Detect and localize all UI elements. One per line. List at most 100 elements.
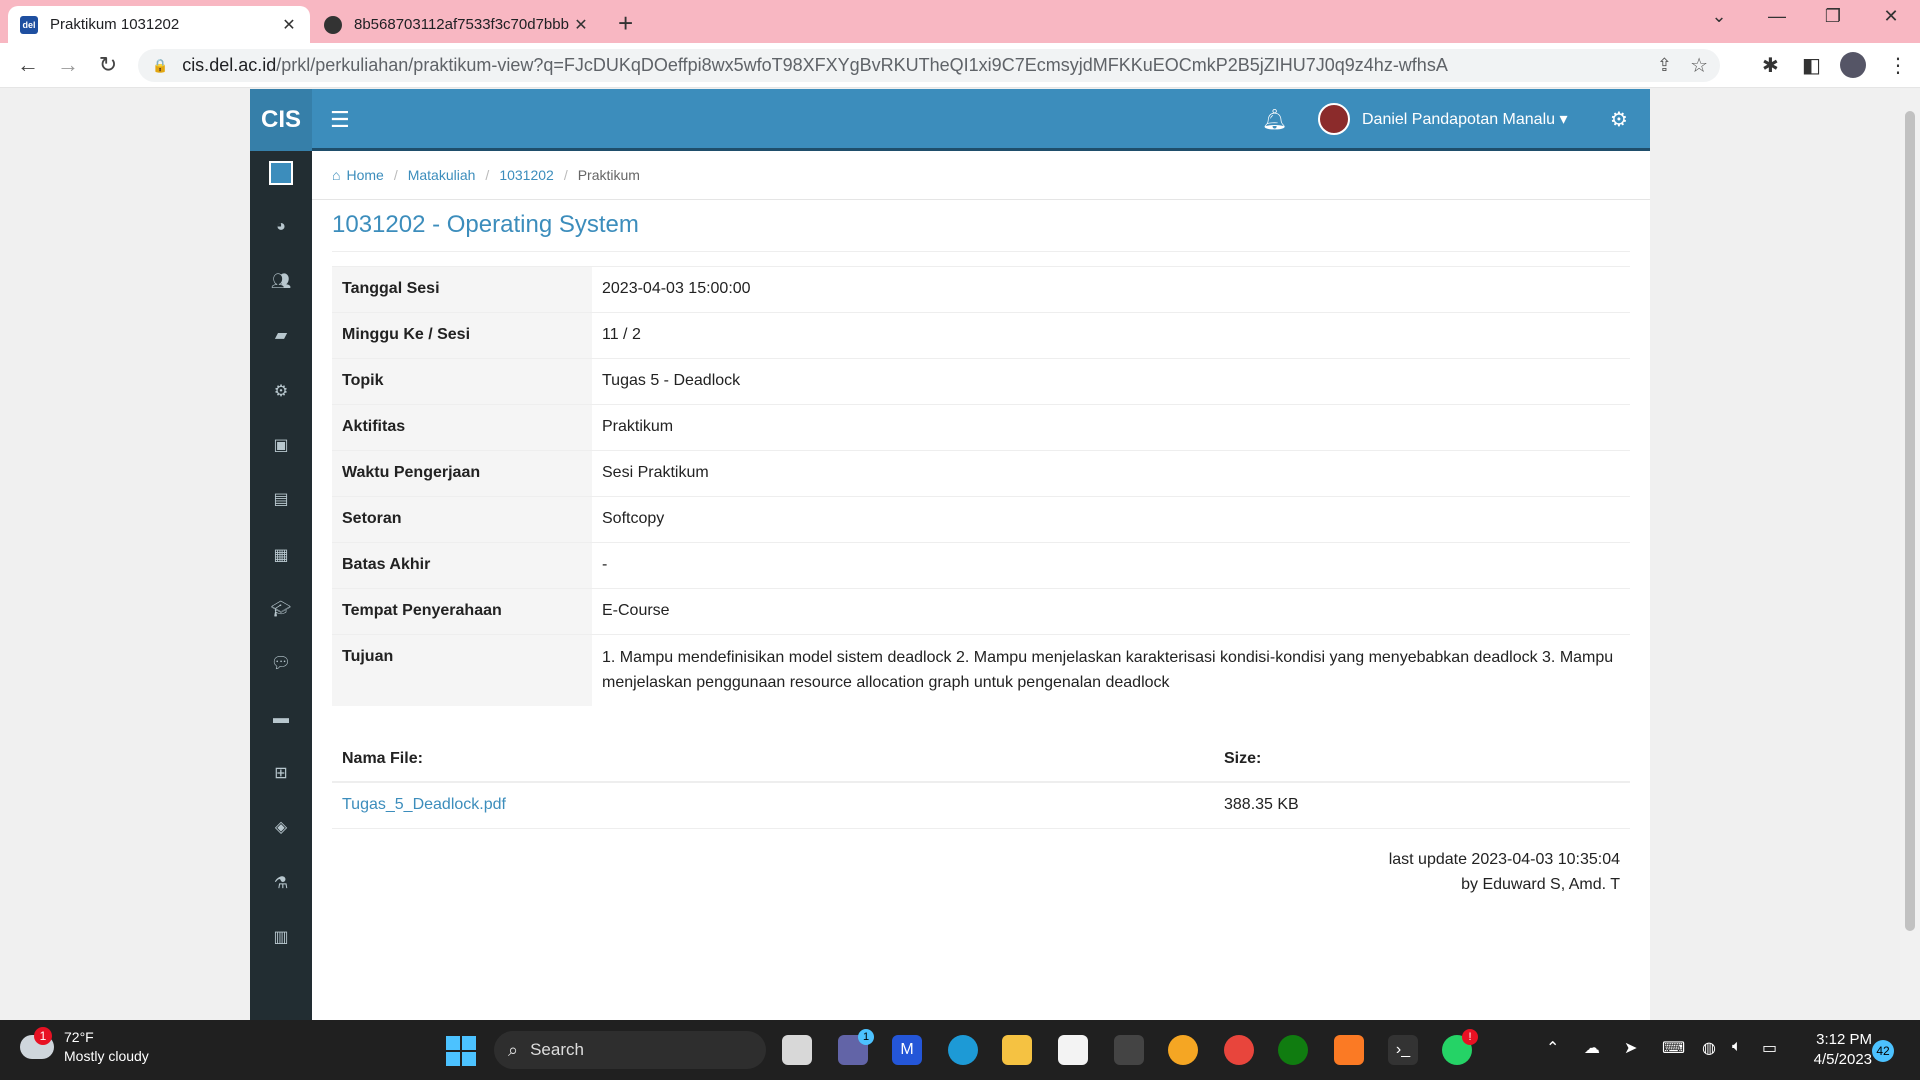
- tab-title: 8b568703112af7533f3c70d7bbb: [354, 16, 569, 33]
- browser-toolbar: ← → ↻ 🔒 cis.del.ac.id/prkl/perkuliahan/p…: [0, 43, 1920, 88]
- network-icon[interactable]: ◍: [1702, 1038, 1716, 1058]
- start-button[interactable]: [446, 1036, 476, 1066]
- back-button[interactable]: ←: [14, 52, 42, 78]
- battery-icon[interactable]: ▭: [1762, 1038, 1777, 1058]
- file-table-header: Nama File: Size:: [332, 736, 1630, 783]
- book-icon[interactable]: ▰: [250, 323, 312, 347]
- hamburger-menu-icon[interactable]: ☰: [330, 107, 350, 133]
- bell-icon[interactable]: 🔔︎: [1262, 107, 1287, 132]
- plus-square-icon[interactable]: ⊞: [250, 761, 312, 785]
- close-tab-icon[interactable]: ✕: [280, 15, 298, 35]
- browser-tab-active[interactable]: del Praktikum 1031202 ✕: [8, 6, 310, 43]
- flask-icon[interactable]: ⚗: [250, 871, 312, 895]
- forward-button[interactable]: →: [54, 52, 82, 78]
- breadcrumb-matakuliah[interactable]: Matakuliah: [408, 167, 476, 183]
- file-icon[interactable]: ▤: [250, 487, 312, 511]
- lock-icon[interactable]: 🔒: [152, 58, 168, 74]
- keyboard-icon[interactable]: ⌨: [1662, 1038, 1685, 1058]
- cogs-icon[interactable]: ⚙: [250, 379, 312, 403]
- extensions-icon[interactable]: ✱: [1762, 53, 1779, 78]
- browser-app-icon[interactable]: [1168, 1035, 1198, 1065]
- notification-count[interactable]: 42: [1872, 1040, 1894, 1062]
- user-avatar[interactable]: [1318, 103, 1350, 135]
- xbox-icon[interactable]: [1278, 1035, 1308, 1065]
- newspaper-icon[interactable]: ▦: [250, 543, 312, 567]
- detail-label: Topik: [332, 358, 592, 405]
- detail-label: Minggu Ke / Sesi: [332, 312, 592, 359]
- browser-tab-strip: del Praktikum 1031202 ✕ 8b568703112af753…: [0, 0, 1920, 43]
- money-icon[interactable]: ▣: [250, 433, 312, 457]
- share-icon[interactable]: ⇪: [1657, 55, 1672, 76]
- file-download-link[interactable]: Tugas_5_Deadlock.pdf: [342, 796, 506, 813]
- file-size: 388.35 KB: [1214, 782, 1630, 829]
- tag-icon[interactable]: ◈: [250, 815, 312, 839]
- cis-logo[interactable]: CIS: [250, 89, 312, 151]
- tab-search-icon[interactable]: ⌄: [1704, 6, 1734, 27]
- location-icon[interactable]: ➤: [1624, 1038, 1637, 1058]
- app-icon[interactable]: [1114, 1035, 1144, 1065]
- restore-button[interactable]: ❐: [1818, 6, 1848, 27]
- detail-row: Aktifitas Praktikum: [332, 404, 1630, 451]
- store-icon[interactable]: [1058, 1035, 1088, 1065]
- address-bar[interactable]: 🔒 cis.del.ac.id/prkl/perkuliahan/praktik…: [138, 49, 1720, 82]
- globe-icon: [324, 15, 342, 34]
- detail-label: Aktifitas: [332, 404, 592, 451]
- weather-widget[interactable]: 1 72°F Mostly cloudy: [20, 1027, 149, 1066]
- detail-value: E-Course: [592, 588, 1630, 635]
- profile-avatar[interactable]: [1840, 52, 1866, 78]
- url-path: /prkl/perkuliahan/praktikum-view?q=FJcDU…: [276, 55, 1448, 75]
- detail-row: Minggu Ke / Sesi 11 / 2: [332, 312, 1630, 359]
- close-tab-icon[interactable]: ✕: [572, 15, 590, 35]
- detail-value: -: [592, 542, 1630, 589]
- search-icon: ⌕: [508, 1039, 519, 1060]
- close-window-button[interactable]: ✕: [1876, 6, 1906, 27]
- clock-time: 3:12 PM: [1816, 1031, 1872, 1048]
- breadcrumb-separator: /: [485, 167, 490, 183]
- users-icon[interactable]: 👥︎: [250, 269, 312, 293]
- teams-icon[interactable]: 1: [838, 1029, 874, 1065]
- user-menu[interactable]: Daniel Pandapotan Manalu ▾: [1362, 109, 1568, 129]
- graduation-cap-icon[interactable]: 🎓︎: [250, 597, 312, 621]
- cogs-icon[interactable]: ⚙: [1610, 107, 1628, 132]
- new-tab-button[interactable]: +: [618, 8, 633, 39]
- breadcrumb-course-code[interactable]: 1031202: [499, 167, 554, 183]
- detail-label: Tempat Penyerahaan: [332, 588, 592, 635]
- minimize-button[interactable]: —: [1762, 6, 1792, 27]
- xampp-icon[interactable]: [1334, 1035, 1364, 1065]
- chevron-up-icon[interactable]: ⌃: [1546, 1038, 1559, 1058]
- edge-icon[interactable]: [948, 1035, 978, 1065]
- sidebar-toggle-square[interactable]: [250, 161, 312, 185]
- side-panel-icon[interactable]: ◧: [1802, 53, 1821, 78]
- weather-badge: 1: [34, 1027, 52, 1045]
- taskbar-search[interactable]: ⌕ Search: [494, 1031, 766, 1069]
- scrollbar-thumb[interactable]: [1905, 111, 1915, 931]
- taskbar-clock[interactable]: 3:12 PM 4/5/2023: [1800, 1030, 1872, 1070]
- sidebar: ◕ 👥︎ ▰ ⚙ ▣ ▤ ▦ 🎓︎ 💬︎ ▬ ⊞ ◈ ⚗ ▥: [250, 151, 312, 1020]
- comments-icon[interactable]: 💬︎: [250, 651, 312, 675]
- terminal-icon[interactable]: ›_: [1388, 1035, 1418, 1065]
- detail-value: 2023-04-03 15:00:00: [592, 266, 1630, 313]
- breadcrumb-separator: /: [393, 167, 398, 183]
- bookmark-star-icon[interactable]: ☆: [1690, 53, 1708, 78]
- browser-tab[interactable]: 8b568703112af7533f3c70d7bbb ✕: [312, 6, 602, 43]
- volume-icon[interactable]: 🔈︎: [1732, 1038, 1742, 1056]
- clock-date: 4/5/2023: [1813, 1051, 1872, 1068]
- page-title: 1031202 - Operating System: [332, 211, 639, 238]
- home-icon: ⌂: [332, 167, 341, 183]
- detail-value: Softcopy: [592, 496, 1630, 543]
- main-content: ⌂ Home / Matakuliah / 1031202 / Praktiku…: [312, 151, 1650, 1020]
- chrome-icon[interactable]: [1224, 1035, 1254, 1065]
- dashboard-icon[interactable]: ◕: [250, 215, 312, 239]
- archive-icon[interactable]: ▬: [250, 707, 312, 731]
- menu-kebab-icon[interactable]: ⋮: [1888, 53, 1908, 78]
- onedrive-icon[interactable]: ☁: [1584, 1038, 1600, 1058]
- file-explorer-icon[interactable]: [1002, 1035, 1032, 1065]
- page-scrollbar[interactable]: [1900, 89, 1920, 1020]
- whatsapp-icon[interactable]: !: [1442, 1029, 1478, 1065]
- task-view-icon[interactable]: [782, 1035, 812, 1065]
- breadcrumb-home[interactable]: Home: [346, 167, 383, 183]
- detail-label: Waktu Pengerjaan: [332, 450, 592, 497]
- reload-button[interactable]: ↻: [94, 52, 122, 78]
- bar-chart-icon[interactable]: ▥: [250, 925, 312, 949]
- app-icon[interactable]: M: [892, 1035, 922, 1065]
